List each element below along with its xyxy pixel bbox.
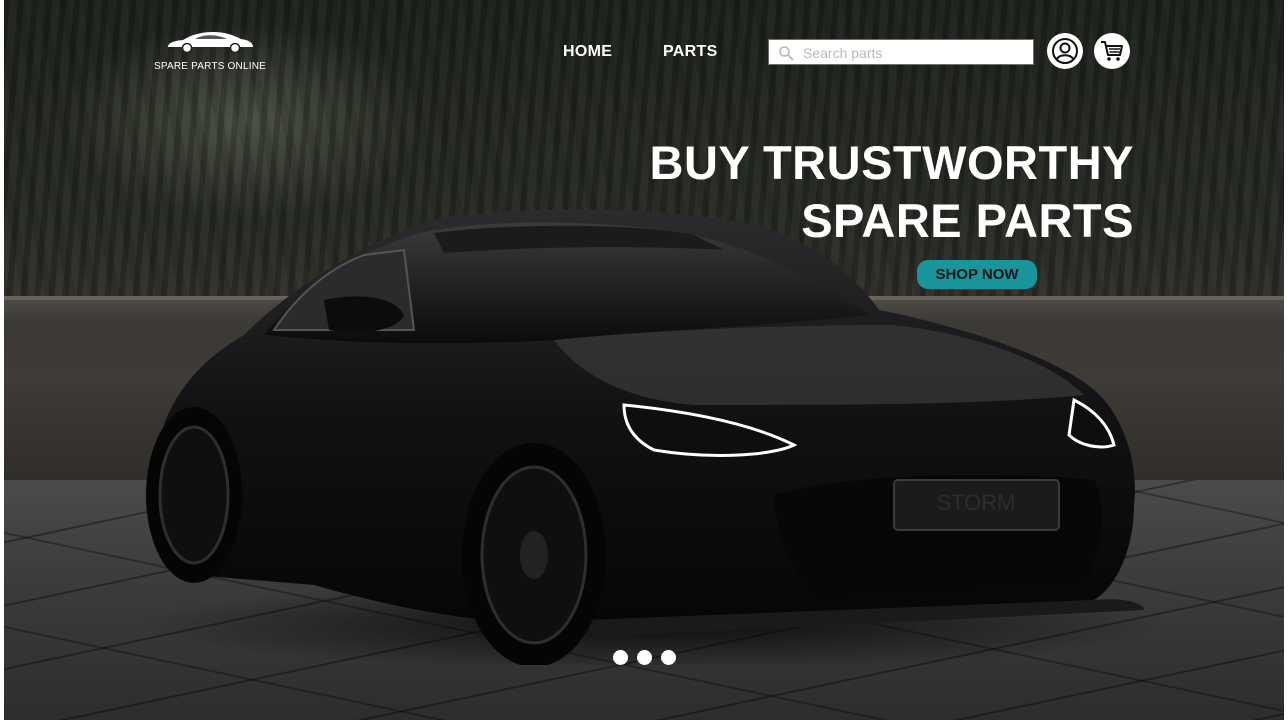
carousel-dot-3[interactable] (661, 650, 676, 665)
shopping-cart-icon (1101, 41, 1123, 61)
svg-text:STORM: STORM (936, 490, 1015, 515)
brand-name: SPARE PARTS ONLINE (154, 61, 266, 72)
search-icon (779, 46, 794, 61)
account-button[interactable] (1047, 33, 1083, 69)
brand-logo[interactable]: SPARE PARTS ONLINE (154, 30, 266, 76)
car-silhouette-icon (168, 32, 253, 54)
search-input[interactable] (801, 42, 1030, 64)
carousel-indicators (613, 650, 676, 665)
search-bar[interactable] (768, 39, 1034, 65)
shop-now-button[interactable]: SHOP NOW (917, 260, 1037, 289)
hero-title-line-1: BUY TRUSTWORTHY (649, 136, 1134, 189)
nav-parts-link[interactable]: PARTS (663, 43, 718, 61)
hero-title-line-2: SPARE PARTS (801, 194, 1134, 247)
user-circle-icon (1052, 38, 1078, 64)
carousel-dot-2[interactable] (637, 650, 652, 665)
cart-button[interactable] (1094, 33, 1130, 69)
hero-title: BUY TRUSTWORTHY SPARE PARTS (650, 134, 1134, 250)
hero-banner: STORM SPARE PARTS ONLINE HOME PARTS Sear… (4, 0, 1284, 720)
nav-home-link[interactable]: HOME (563, 43, 612, 61)
carousel-dot-1[interactable] (613, 650, 628, 665)
